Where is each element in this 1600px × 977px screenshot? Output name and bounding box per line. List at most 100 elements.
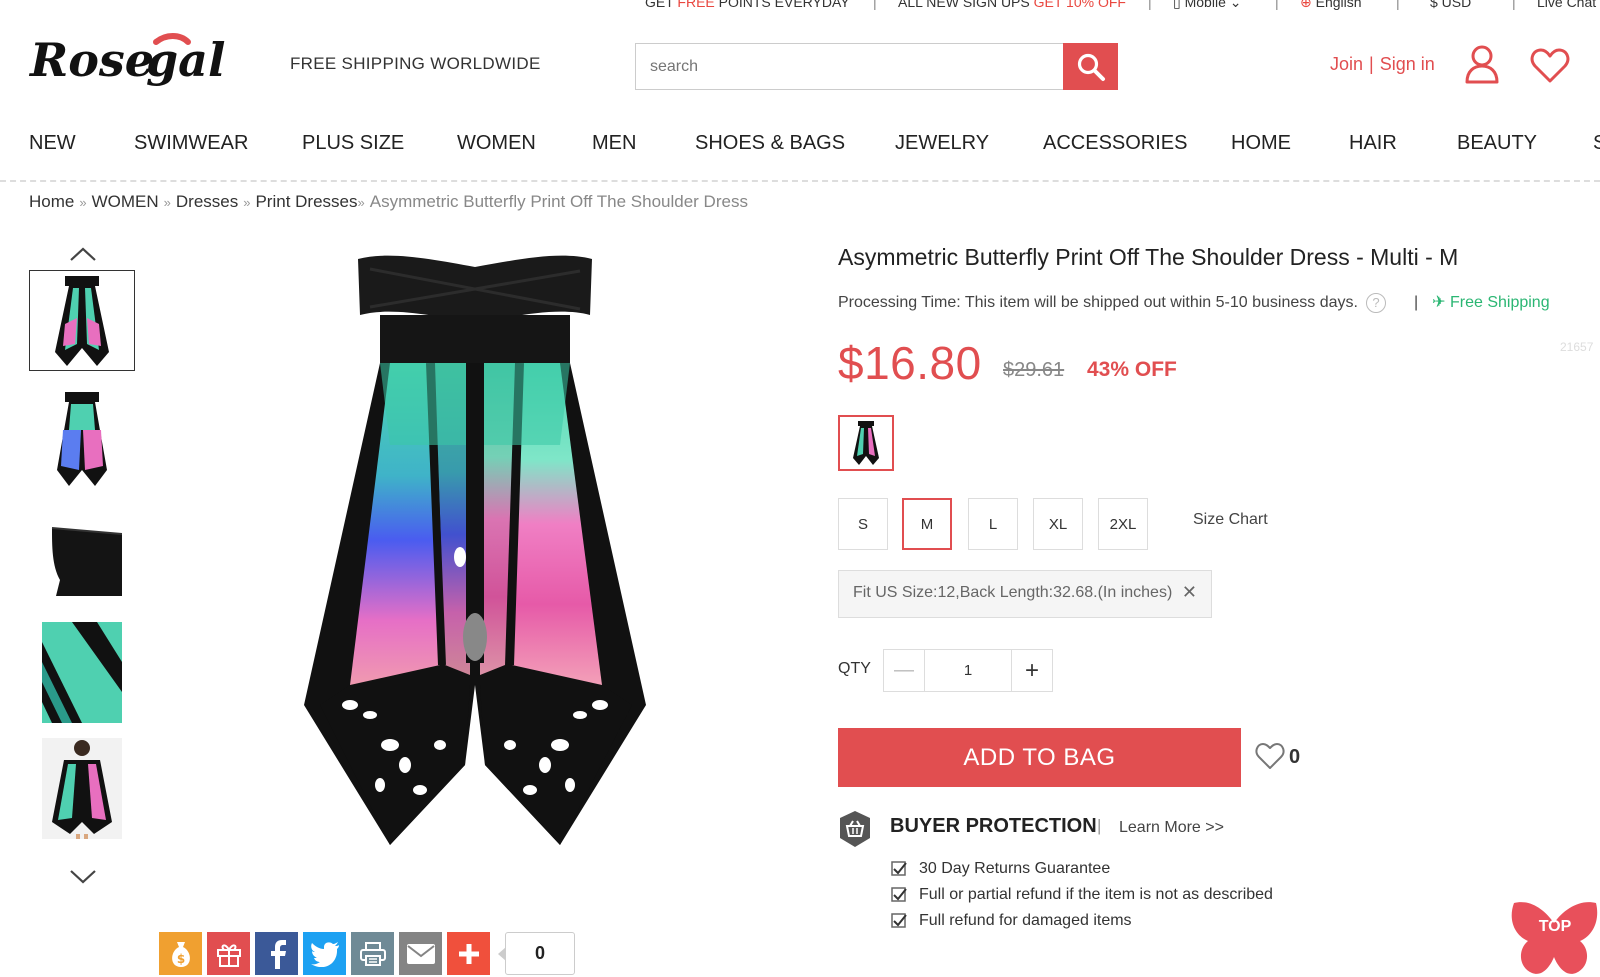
chevron-up-icon[interactable] xyxy=(68,245,98,263)
size-xl-button[interactable]: XL xyxy=(1033,498,1083,550)
size-s-button[interactable]: S xyxy=(838,498,888,550)
search-button[interactable] xyxy=(1063,43,1118,90)
size-l-button[interactable]: L xyxy=(968,498,1018,550)
thumbnail-4[interactable] xyxy=(29,622,135,723)
add-to-bag-button[interactable]: ADD TO BAG xyxy=(838,728,1241,787)
breadcrumb-dresses[interactable]: Dresses xyxy=(176,192,238,211)
email-share-button[interactable] xyxy=(399,932,442,975)
free-shipping-link[interactable]: ✈ Free Shipping xyxy=(1432,294,1549,311)
nav-beauty[interactable]: BEAUTY xyxy=(1457,132,1537,155)
share-count: 0 xyxy=(498,932,575,975)
chevron-down-icon: ⌄ xyxy=(1229,0,1242,10)
currency-select[interactable]: $ USD xyxy=(1430,0,1471,10)
thumbnail-2[interactable] xyxy=(29,388,135,489)
nav-men[interactable]: MEN xyxy=(592,132,636,155)
size-2xl-button[interactable]: 2XL xyxy=(1098,498,1148,550)
original-price: $29.61 xyxy=(1003,359,1065,381)
buyer-protection-separator: | xyxy=(1097,816,1102,835)
facebook-share-button[interactable] xyxy=(255,932,298,975)
close-icon[interactable]: ✕ xyxy=(1182,582,1197,603)
qty-input[interactable] xyxy=(924,649,1012,692)
help-icon[interactable]: ? xyxy=(1365,292,1386,313)
dress-thumbnail-image xyxy=(55,275,109,366)
color-swatch-image xyxy=(853,421,879,465)
gift-share-button[interactable] xyxy=(207,932,250,975)
qty-increment-button[interactable]: + xyxy=(1011,649,1053,692)
breadcrumb-print-dresses[interactable]: Print Dresses xyxy=(255,192,357,211)
sign-in-link[interactable]: Sign in xyxy=(1380,54,1435,74)
nav-women[interactable]: WOMEN xyxy=(457,132,536,155)
signup-promo[interactable]: ALL NEW SIGN UPS GET 10% OFF xyxy=(898,0,1126,10)
language-select[interactable]: ⊕ English xyxy=(1300,0,1362,11)
checkbox-check-icon xyxy=(891,913,907,928)
size-m-button[interactable]: M xyxy=(902,498,952,550)
fit-info-box: Fit US Size:12,Back Length:32.68.(In inc… xyxy=(838,570,1212,618)
topbar-separator: | xyxy=(1275,0,1279,10)
nav-plus-size[interactable]: PLUS SIZE xyxy=(302,132,404,155)
nav-accessories[interactable]: ACCESSORIES xyxy=(1043,132,1187,155)
breadcrumb-home[interactable]: Home xyxy=(29,192,74,211)
plane-icon: ✈ xyxy=(1432,294,1446,311)
chevron-down-icon[interactable] xyxy=(68,868,98,886)
search-input[interactable] xyxy=(635,43,1063,90)
mobile-link[interactable]: ▯ Mobile ⌄ xyxy=(1173,0,1241,11)
sale-price: $16.80 xyxy=(838,337,982,389)
top-label: TOP xyxy=(1539,918,1572,935)
shield-basket-icon xyxy=(840,811,870,847)
printer-icon xyxy=(359,941,386,966)
mobile-icon: ▯ xyxy=(1173,0,1181,10)
live-chat-link[interactable]: Live Chat xyxy=(1537,0,1596,10)
neckline-detail-thumbnail-image xyxy=(51,526,122,596)
twitter-share-button[interactable] xyxy=(303,932,346,975)
color-swatch-multi[interactable] xyxy=(838,415,894,471)
thumbnail-1[interactable] xyxy=(29,270,135,371)
buyer-protection-title: BUYER PROTECTION xyxy=(890,815,1097,837)
product-title: Asymmetric Butterfly Print Off The Shoul… xyxy=(838,244,1459,270)
nav-hair[interactable]: HAIR xyxy=(1349,132,1397,155)
tagline: FREE SHIPPING WORLDWIDE xyxy=(290,54,541,73)
main-nav: NEW SWIMWEAR PLUS SIZE WOMEN MEN SHOES &… xyxy=(0,128,1600,162)
item-code: 21657 xyxy=(1560,340,1594,354)
join-link[interactable]: Join xyxy=(1330,54,1363,74)
print-share-button[interactable] xyxy=(351,932,394,975)
chevron-up-icon xyxy=(1545,899,1565,910)
favorite-heart-icon[interactable] xyxy=(1255,742,1285,770)
nav-jewelry[interactable]: JEWELRY xyxy=(895,132,989,155)
thumbnail-3[interactable] xyxy=(29,505,135,606)
qty-decrement-button[interactable]: — xyxy=(883,649,925,692)
qty-label: QTY xyxy=(838,660,871,677)
user-icon[interactable] xyxy=(1464,44,1500,84)
free-points-promo[interactable]: GET FREE POINTS EVERYDAY xyxy=(645,0,850,10)
print-detail-thumbnail-image xyxy=(42,622,122,723)
account-links: Join | Sign in xyxy=(1330,54,1435,74)
twitter-icon xyxy=(310,941,339,967)
thumbnail-5[interactable] xyxy=(29,738,135,839)
checkbox-check-icon xyxy=(891,861,907,876)
svg-text:gal: gal xyxy=(146,33,225,87)
discount-badge: 43% OFF xyxy=(1087,358,1177,381)
rosegal-logo[interactable]: Rose gal xyxy=(28,28,266,100)
wishlist-heart-icon[interactable] xyxy=(1530,48,1570,84)
dress-back-thumbnail-image xyxy=(57,391,107,486)
envelope-icon xyxy=(406,943,435,964)
nav-swimwear[interactable]: SWIMWEAR xyxy=(134,132,248,155)
back-to-top-button[interactable]: TOP xyxy=(1510,895,1600,977)
checkbox-check-icon xyxy=(891,887,907,902)
protection-item: Full or partial refund if the item is no… xyxy=(891,886,1273,904)
model-thumbnail-image xyxy=(42,738,122,839)
plus-icon xyxy=(458,943,479,964)
topbar-separator: | xyxy=(1396,0,1400,10)
more-share-button[interactable] xyxy=(447,932,490,975)
main-product-image[interactable] xyxy=(230,245,720,865)
breadcrumb-current: Asymmetric Butterfly Print Off The Shoul… xyxy=(369,192,748,211)
points-share-button[interactable]: $ xyxy=(159,932,202,975)
breadcrumb-women[interactable]: WOMEN xyxy=(92,192,159,211)
nav-new[interactable]: NEW xyxy=(29,132,76,155)
learn-more-link[interactable]: Learn More >> xyxy=(1119,819,1224,837)
wish-count: 0 xyxy=(1289,746,1301,768)
nav-shoes-bags[interactable]: SHOES & BAGS xyxy=(695,132,845,155)
search-icon xyxy=(1077,53,1105,81)
nav-home[interactable]: HOME xyxy=(1231,132,1291,155)
nav-more[interactable]: S xyxy=(1593,132,1600,155)
size-chart-link[interactable]: Size Chart xyxy=(1193,511,1268,529)
